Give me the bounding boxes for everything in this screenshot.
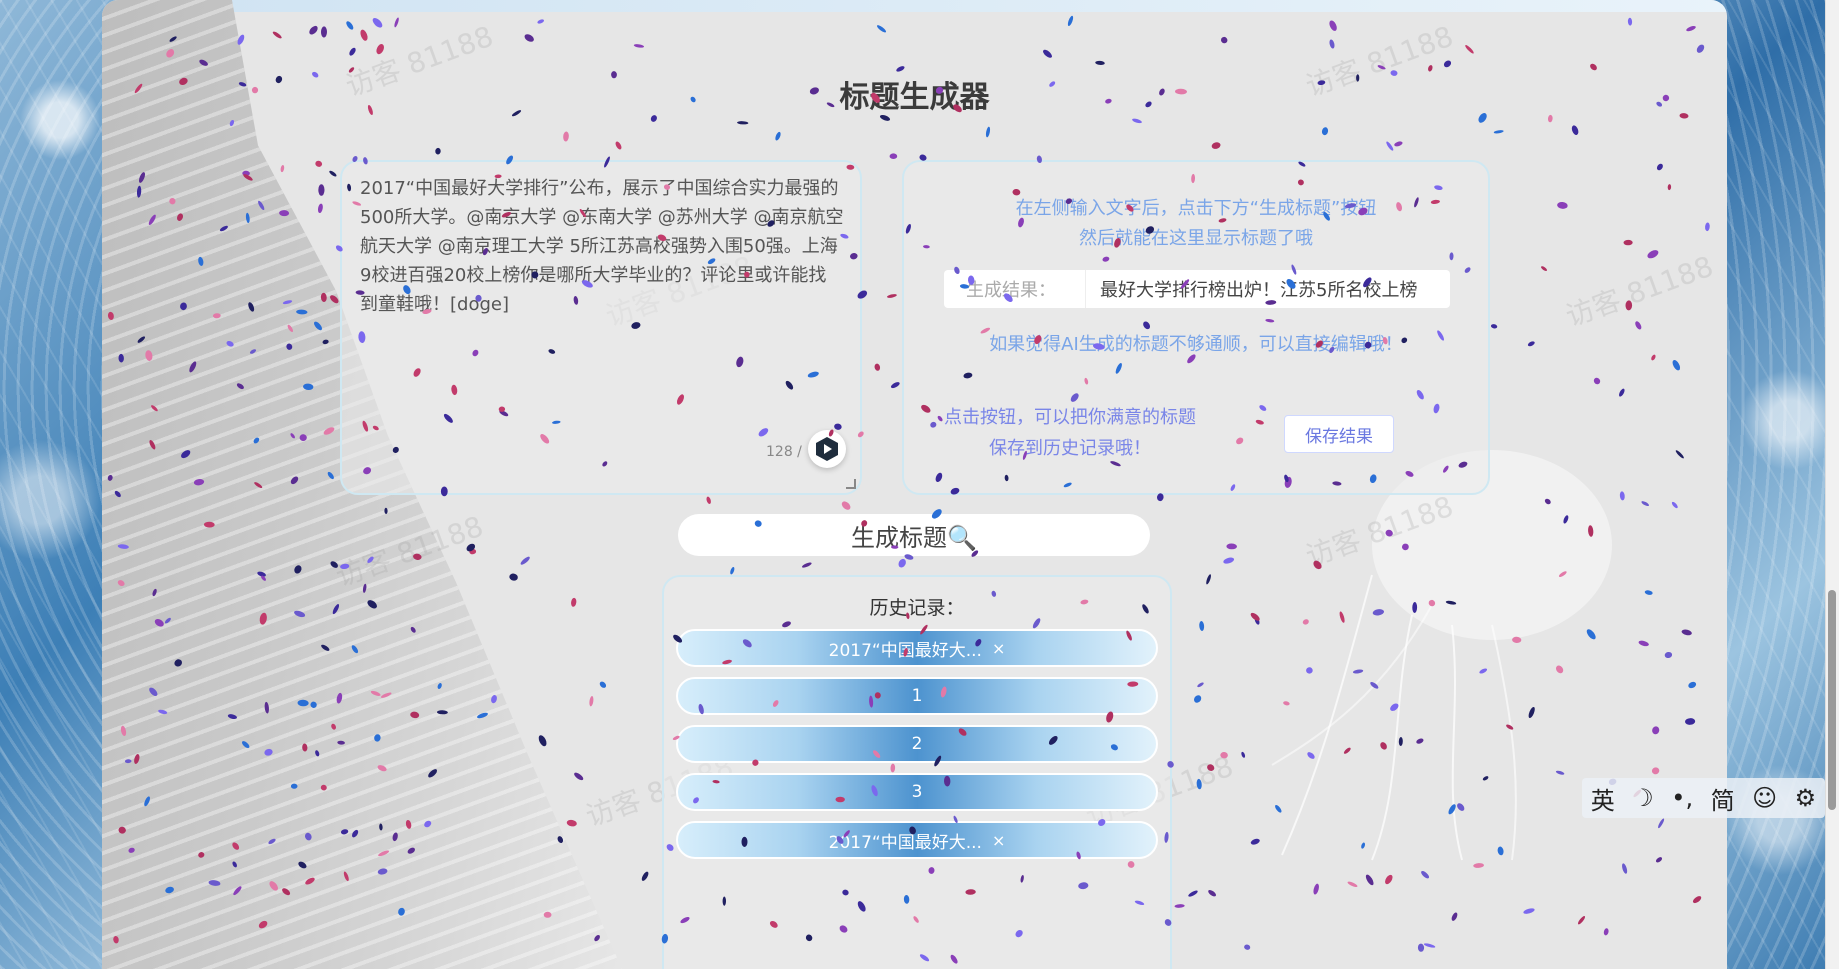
instruction-line-2: 然后就能在这里显示标题了哦 xyxy=(1079,228,1313,249)
scroll-thumb[interactable] xyxy=(1828,590,1836,810)
save-hint: 点击按钮，可以把你满意的标题保存到历史记录哦！ xyxy=(944,407,1196,459)
result-input[interactable]: 最好大学排行榜出炉！江苏5所名校上榜 xyxy=(1086,276,1450,302)
watermark: 访客 81188 xyxy=(1561,249,1718,334)
result-label: 生成结果： xyxy=(944,270,1086,308)
ime-toolbar: 英 ☽ •, 简 ☺ ⚙ xyxy=(1582,778,1825,818)
history-item-label: 2017“中国最好大... xyxy=(828,832,982,853)
ime-language-toggle[interactable]: 英 xyxy=(1591,781,1615,816)
main-panel: 访客 81188 访客 81188 访客 81188 访客 81188 访客 8… xyxy=(102,0,1727,969)
punctuation-icon[interactable]: •, xyxy=(1671,784,1693,812)
input-text[interactable]: 2017“中国最好大学排行”公布，展示了中国综合实力最强的500所大学。@南京大… xyxy=(360,174,844,319)
history-item[interactable]: 3 xyxy=(676,773,1158,811)
panel-top-edge xyxy=(102,0,1727,12)
result-panel: 在左侧输入文字后，点击下方“生成标题”按钮 然后就能在这里显示标题了哦 生成结果… xyxy=(902,160,1490,495)
history-item[interactable]: 1 xyxy=(676,677,1158,715)
history-panel: 历史记录： 2017“中国最好大... × 1 2 3 2017“中国最好大..… xyxy=(662,575,1172,969)
input-textarea[interactable]: 2017“中国最好大学排行”公布，展示了中国综合实力最强的500所大学。@南京大… xyxy=(340,160,862,495)
emoji-icon[interactable]: ☺ xyxy=(1752,784,1777,812)
hexagon-play-icon xyxy=(816,437,838,461)
generate-title-button[interactable]: 生成标题🔍 xyxy=(678,514,1150,556)
history-item[interactable]: 2017“中国最好大... × xyxy=(676,629,1158,667)
history-title: 历史记录： xyxy=(869,597,965,619)
page-title: 标题生成器 xyxy=(839,80,990,115)
settings-icon[interactable]: ⚙ xyxy=(1795,784,1817,812)
history-item[interactable]: 2 xyxy=(676,725,1158,763)
delete-icon[interactable]: × xyxy=(992,639,1005,658)
history-item-label: 3 xyxy=(911,782,923,802)
history-item[interactable]: 2017“中国最好大... × xyxy=(676,821,1158,859)
edit-hint: 如果觉得AI生成的标题不够通顺，可以直接编辑哦！ xyxy=(989,334,1403,355)
delete-icon[interactable]: × xyxy=(992,831,1005,850)
history-item-label: 1 xyxy=(911,686,923,706)
moon-icon[interactable]: ☽ xyxy=(1632,784,1654,812)
resize-handle[interactable] xyxy=(846,479,856,489)
history-item-label: 2017“中国最好大... xyxy=(828,640,982,661)
history-item-label: 2 xyxy=(911,734,923,754)
instruction-line-1: 在左侧输入文字后，点击下方“生成标题”按钮 xyxy=(1015,198,1377,219)
save-result-button[interactable]: 保存结果 xyxy=(1284,415,1394,453)
ai-assistant-button[interactable] xyxy=(808,430,846,468)
page-scrollbar[interactable] xyxy=(1825,0,1839,969)
ime-simplified-toggle[interactable]: 简 xyxy=(1711,781,1735,816)
char-counter: 128 / xyxy=(766,444,802,460)
result-field: 生成结果： 最好大学排行榜出炉！江苏5所名校上榜 xyxy=(944,270,1450,308)
